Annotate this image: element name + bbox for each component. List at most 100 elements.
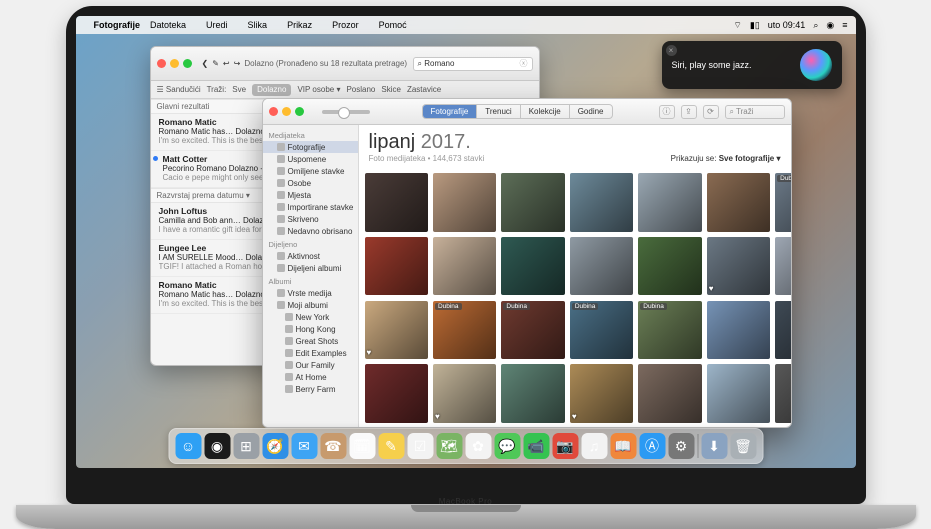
- scope-drafts[interactable]: Skice: [381, 85, 401, 94]
- sidebar-item-omiljene stavke[interactable]: Omiljene stavke: [263, 165, 358, 177]
- photo-thumbnail[interactable]: [501, 237, 564, 296]
- photo-thumbnail[interactable]: ♥: [365, 301, 428, 360]
- siri-orb-icon[interactable]: [800, 49, 832, 81]
- menu-prozor[interactable]: Prozor: [332, 20, 359, 30]
- photo-thumbnail[interactable]: [365, 173, 428, 232]
- menu-prikaz[interactable]: Prikaz: [287, 20, 312, 30]
- photo-thumbnail[interactable]: Dubina: [433, 301, 496, 360]
- sidebar-item-nedavno obrisano[interactable]: Nedavno obrisano: [263, 225, 358, 237]
- photo-thumbnail[interactable]: [707, 173, 770, 232]
- photo-thumbnail[interactable]: [501, 173, 564, 232]
- dock-preferences[interactable]: ⚙: [668, 433, 694, 459]
- dock-facetime[interactable]: 📹: [523, 433, 549, 459]
- photo-thumbnail[interactable]: [433, 173, 496, 232]
- minimize-window-button[interactable]: [170, 59, 179, 68]
- photo-thumbnail[interactable]: [638, 237, 701, 296]
- sidebar-item-hong kong[interactable]: Hong Kong: [263, 323, 358, 335]
- photo-thumbnail[interactable]: Dubina: [570, 301, 633, 360]
- photo-thumbnail[interactable]: [638, 364, 701, 423]
- dock-photobooth[interactable]: 📷: [552, 433, 578, 459]
- menu-pomoć[interactable]: Pomoć: [379, 20, 407, 30]
- zoom-slider[interactable]: [322, 110, 370, 114]
- dock-mail[interactable]: ✉: [291, 433, 317, 459]
- clock[interactable]: uto 09:41: [768, 20, 806, 30]
- photo-thumbnail[interactable]: [365, 364, 428, 423]
- photo-thumbnail[interactable]: [570, 237, 633, 296]
- photo-thumbnail[interactable]: ♥: [570, 364, 633, 423]
- menu-slika[interactable]: Slika: [248, 20, 268, 30]
- segment-fotografije[interactable]: Fotografije: [423, 105, 478, 118]
- menu-datoteka[interactable]: Datoteka: [150, 20, 186, 30]
- scope-inbox[interactable]: Dolazno: [252, 84, 291, 96]
- dock-appstore[interactable]: Ⓐ: [639, 433, 665, 459]
- minimize-window-button[interactable]: [282, 107, 291, 116]
- notification-center-icon[interactable]: ≡: [842, 20, 847, 30]
- photo-thumbnail[interactable]: [638, 173, 701, 232]
- mail-nav-back-icon[interactable]: ❮: [202, 59, 209, 68]
- dock-siri[interactable]: ◉: [204, 433, 230, 459]
- sidebar-item-vrste medija[interactable]: Vrste medija: [263, 287, 358, 299]
- segment-godine[interactable]: Godine: [570, 105, 612, 118]
- sidebar-item-our family[interactable]: Our Family: [263, 359, 358, 371]
- dock-ibooks[interactable]: 📖: [610, 433, 636, 459]
- siri-menubar-icon[interactable]: ◉: [826, 20, 834, 31]
- sidebar-item-aktivnost[interactable]: Aktivnost: [263, 250, 358, 262]
- photo-thumbnail[interactable]: [707, 364, 770, 423]
- close-icon[interactable]: ×: [666, 45, 677, 56]
- photo-thumbnail[interactable]: ♥: [707, 237, 770, 296]
- mail-forward-icon[interactable]: ↪︎: [234, 59, 241, 68]
- photo-thumbnail[interactable]: [775, 364, 790, 423]
- photo-thumbnail[interactable]: Dubina: [775, 173, 790, 232]
- sidebar-item-dijeljeni albumi[interactable]: Dijeljeni albumi: [263, 262, 358, 274]
- wifi-icon[interactable]: ⌔: [733, 20, 741, 31]
- segment-kolekcije[interactable]: Kolekcije: [521, 105, 570, 118]
- close-window-button[interactable]: [157, 59, 166, 68]
- dock-reminders[interactable]: ☑: [407, 433, 433, 459]
- rotate-icon[interactable]: ⟳: [703, 105, 719, 119]
- scope-flagged[interactable]: Zastavice: [407, 85, 441, 94]
- mail-reply-icon[interactable]: ↩︎: [223, 59, 230, 68]
- photo-thumbnail[interactable]: [501, 364, 564, 423]
- scope-vip[interactable]: VIP osobe ▾: [297, 85, 340, 94]
- sidebar-item-moji albumi[interactable]: Moji albumi: [263, 299, 358, 311]
- sidebar-item-uspomene[interactable]: Uspomene: [263, 153, 358, 165]
- info-icon[interactable]: ⓘ: [659, 105, 675, 119]
- sidebar-item-edit examples[interactable]: Edit Examples: [263, 347, 358, 359]
- photo-thumbnail[interactable]: Dubina: [501, 301, 564, 360]
- photo-thumbnail[interactable]: [775, 237, 790, 296]
- sidebar-item-fotografije[interactable]: Fotografije: [263, 141, 358, 153]
- photo-thumbnail[interactable]: Dubina: [638, 301, 701, 360]
- photo-thumbnail[interactable]: ♥: [433, 364, 496, 423]
- mail-compose-icon[interactable]: ✎: [212, 59, 219, 68]
- photo-thumbnail[interactable]: [570, 173, 633, 232]
- sidebar-item-at home[interactable]: At Home: [263, 371, 358, 383]
- dock-photos[interactable]: ✿: [465, 433, 491, 459]
- zoom-window-button[interactable]: [183, 59, 192, 68]
- photo-thumbnail[interactable]: [707, 301, 770, 360]
- dock-finder[interactable]: ☺: [175, 433, 201, 459]
- scope-sent[interactable]: Poslano: [346, 85, 375, 94]
- dock-itunes[interactable]: ♫: [581, 433, 607, 459]
- clear-search-icon[interactable]: ⓧ: [520, 58, 528, 69]
- close-window-button[interactable]: [269, 107, 278, 116]
- mailboxes-button[interactable]: ☰ Sandučići: [157, 85, 201, 94]
- dock-safari[interactable]: 🧭: [262, 433, 288, 459]
- photo-thumbnail[interactable]: [775, 301, 790, 360]
- sidebar-item-osobe[interactable]: Osobe: [263, 177, 358, 189]
- menu-uredi[interactable]: Uredi: [206, 20, 228, 30]
- segment-trenuci[interactable]: Trenuci: [477, 105, 520, 118]
- sidebar-item-mjesta[interactable]: Mjesta: [263, 189, 358, 201]
- dock-trash[interactable]: 🗑: [730, 433, 756, 459]
- sidebar-item-great shots[interactable]: Great Shots: [263, 335, 358, 347]
- photos-search-input[interactable]: ⌕ Traži: [725, 105, 785, 119]
- scope-all[interactable]: Sve: [232, 85, 246, 94]
- mail-search-input[interactable]: ⌕ Romano ⓧ: [413, 57, 533, 71]
- sidebar-item-new york[interactable]: New York: [263, 311, 358, 323]
- dock-calendar[interactable]: 🗓: [349, 433, 375, 459]
- sidebar-item-skriveno[interactable]: Skriveno: [263, 213, 358, 225]
- zoom-window-button[interactable]: [295, 107, 304, 116]
- dock-maps[interactable]: 🗺: [436, 433, 462, 459]
- dock-launchpad[interactable]: ⊞: [233, 433, 259, 459]
- dock-messages[interactable]: 💬: [494, 433, 520, 459]
- view-segmented-control[interactable]: FotografijeTrenuciKolekcijeGodine: [422, 104, 613, 119]
